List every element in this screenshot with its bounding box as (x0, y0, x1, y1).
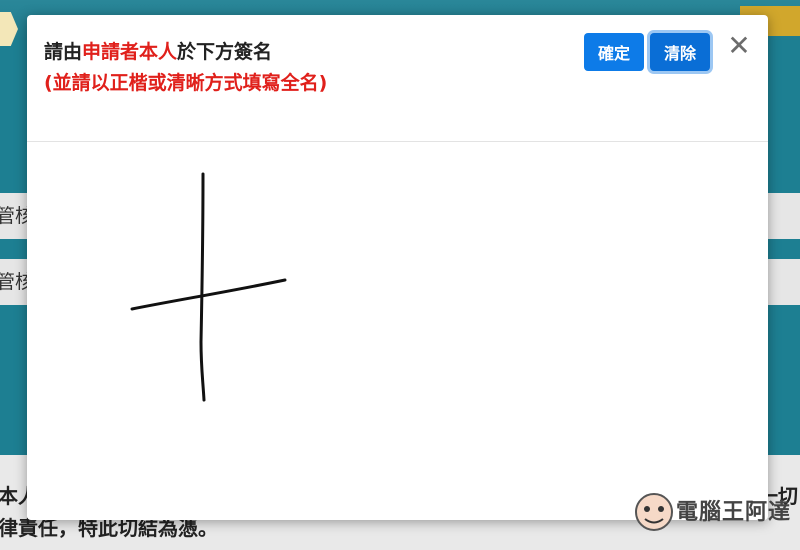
dialog-title-suffix: 於下方簽名 (177, 41, 273, 63)
watermark-text: 電腦王阿達 (676, 500, 792, 525)
dialog-subtitle: (並請以正楷或清晰方式填寫全名) (44, 72, 328, 94)
clear-button[interactable]: 清除 (650, 33, 710, 71)
signature-canvas[interactable] (27, 142, 768, 520)
watermark: 電腦王阿達 (632, 488, 800, 540)
close-icon[interactable]: ✕ (724, 31, 754, 61)
dialog-header: 請由申請者本人於下方簽名 (並請以正楷或清晰方式填寫全名) 確定 清除 ✕ (27, 15, 768, 142)
dialog-title-highlight: 申請者本人 (82, 41, 178, 63)
confirm-button[interactable]: 確定 (584, 33, 644, 71)
dialog-title-prefix: 請由 (44, 41, 83, 63)
dialog-title: 請由申請者本人於下方簽名 (44, 37, 272, 64)
signature-stroke-horizontal (130, 278, 287, 311)
signature-stroke-vertical (199, 172, 206, 402)
signature-drawing (130, 172, 287, 402)
mascot-face-icon (635, 493, 673, 531)
signature-dialog: 請由申請者本人於下方簽名 (並請以正楷或清晰方式填寫全名) 確定 清除 ✕ (27, 15, 768, 520)
